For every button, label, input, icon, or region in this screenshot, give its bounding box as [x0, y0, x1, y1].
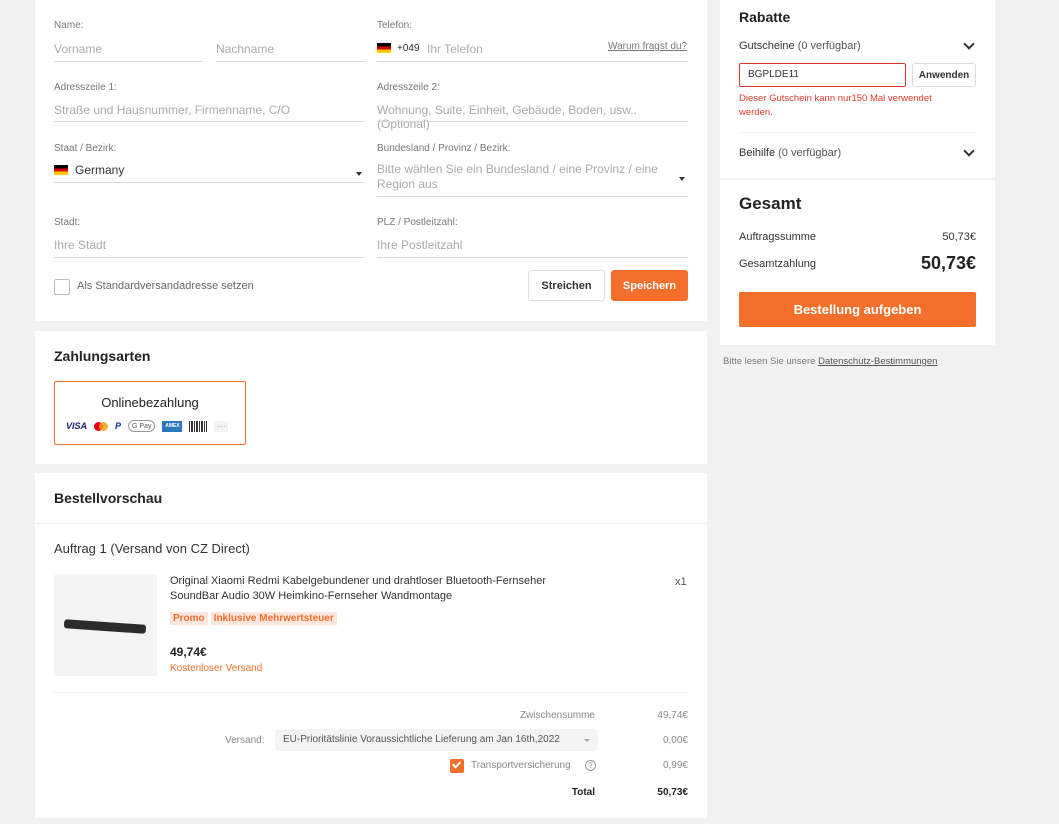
why-ask-link[interactable]: Warum fragst du?: [608, 41, 687, 52]
google-pay-icon: G Pay: [128, 420, 156, 432]
order-sum-label: Auftragssumme: [739, 231, 817, 243]
coupons-count: (0 verfügbar): [797, 40, 861, 52]
more-icon: ···: [214, 420, 229, 432]
coupons-label: Gutscheine: [739, 40, 795, 52]
address1-input[interactable]: Straße und Hausnummer, Firmenname, C/O: [54, 103, 365, 117]
mastercard-icon: [94, 421, 109, 432]
place-order-button[interactable]: Bestellung aufgeben: [739, 292, 976, 327]
address2-input[interactable]: Wohnung, Suite, Einheit, Gebäude, Boden,…: [377, 103, 688, 131]
province-label: Bundesland / Provinz / Bezirk:: [377, 143, 511, 154]
phone-prefix[interactable]: +049: [397, 42, 420, 56]
online-payment-option[interactable]: Onlinebezahlung VISA P G Pay AMEX ···: [54, 381, 246, 445]
product-image: [54, 574, 157, 676]
shipping-select[interactable]: EU-Prioritätslinie Voraussichtliche Lief…: [275, 729, 598, 751]
check-icon: [451, 759, 462, 769]
last-name-input[interactable]: Nachname: [216, 42, 365, 56]
free-shipping-label: Kostenloser Versand: [170, 663, 263, 674]
order-preview-title: Bestellvorschau: [54, 490, 163, 506]
state-label: Staat / Bezirk:: [54, 143, 117, 154]
product-name[interactable]: Original Xiaomi Redmi Kabelgebundener un…: [170, 574, 550, 604]
zip-label: PLZ / Postleitzahl:: [377, 217, 458, 228]
address1-label: Adresszeile 1:: [54, 82, 117, 93]
soundbar-image: [63, 619, 147, 634]
paypal-icon: P: [115, 421, 122, 431]
shipping-label: Versand:: [225, 735, 265, 746]
product-tags: Promo Inklusive Mehrwertsteuer: [170, 608, 340, 626]
apply-coupon-button[interactable]: Anwenden: [912, 63, 976, 87]
total-payment-value: 50,73€: [920, 253, 976, 273]
shipping-value: 0,00€: [662, 735, 688, 746]
coupon-input[interactable]: BGPLDE11: [739, 63, 906, 87]
city-label: Stadt:: [54, 217, 81, 228]
total-value: 50,73€: [657, 787, 688, 798]
order-group-title: Auftrag 1 (Versand von CZ Direct): [54, 541, 250, 556]
order-sum-value: 50,73€: [942, 231, 976, 243]
total-label: Total: [571, 787, 595, 798]
coupon-error: Dieser Gutschein kann nur150 Mal verwend…: [739, 93, 932, 118]
default-address-checkbox[interactable]: [54, 279, 70, 295]
promo-badge: Promo: [170, 612, 208, 625]
insurance-checkbox[interactable]: [450, 759, 464, 773]
caret-down-icon: [356, 172, 362, 176]
summary-card: Rabatte Gutscheine (0 verfügbar) BGPLDE1…: [720, 0, 995, 345]
privacy-prefix: Bitte lesen Sie unsere: [723, 356, 816, 367]
caret-down-icon: [679, 177, 685, 181]
save-button[interactable]: Speichern: [611, 270, 688, 301]
allowance-label: Beihilfe: [739, 147, 776, 159]
caret-down-icon: [584, 739, 590, 742]
visa-icon: VISA: [66, 421, 88, 431]
payment-title: Zahlungsarten: [54, 348, 151, 364]
subtotal-value: 49,74€: [657, 710, 688, 721]
insurance-value: 0,99€: [662, 760, 688, 771]
privacy-notice: Bitte lesen Sie unsere Datenschutz-Besti…: [723, 356, 937, 367]
product-quantity: x1: [675, 576, 687, 588]
default-address-label: Als Standardversandadresse setzen: [77, 280, 254, 292]
province-select[interactable]: Bitte wählen Sie ein Bundesland / eine P…: [377, 162, 662, 192]
amex-icon: AMEX: [162, 420, 183, 432]
payment-icons: VISA P G Pay AMEX ···: [66, 420, 235, 432]
summary-title: Gesamt: [739, 194, 802, 213]
phone-label: Telefon:: [377, 20, 413, 31]
allowance-count: (0 verfügbar): [778, 147, 842, 159]
zip-input[interactable]: Ihre Postleitzahl: [377, 238, 688, 252]
coupons-toggle[interactable]: Gutscheine (0 verfügbar): [739, 40, 976, 54]
vat-badge: Inklusive Mehrwertsteuer: [210, 612, 337, 625]
order-preview-card: Bestellvorschau Auftrag 1 (Versand von C…: [35, 473, 707, 818]
address2-label: Adresszeile 2:: [377, 82, 440, 93]
city-input[interactable]: Ihre Stadt: [54, 238, 365, 252]
online-payment-label: Onlinebezahlung: [101, 395, 199, 410]
cancel-button[interactable]: Streichen: [528, 270, 605, 301]
subtotal-label: Zwischensumme: [519, 710, 595, 721]
first-name-input[interactable]: Vorname: [54, 42, 203, 56]
boleto-barcode-icon: [189, 420, 208, 432]
germany-flag-icon: [54, 165, 68, 175]
allowance-toggle[interactable]: Beihilfe (0 verfügbar): [739, 147, 976, 161]
discounts-title: Rabatte: [739, 9, 791, 25]
germany-flag-icon: [377, 43, 391, 53]
privacy-link[interactable]: Datenschutz-Bestimmungen: [818, 356, 937, 367]
address-form-card: Name: Vorname Nachname Telefon: +049 Ihr…: [35, 0, 707, 321]
total-payment-label: Gesamtzahlung: [739, 258, 817, 270]
coupon-value: BGPLDE11: [748, 69, 799, 80]
phone-input[interactable]: Ihr Telefon: [427, 42, 483, 56]
insurance-label: Transportversicherung: [471, 760, 571, 771]
help-icon[interactable]: ?: [585, 760, 596, 771]
shipping-option-text: EU-Prioritätslinie Voraussichtliche Lief…: [283, 734, 560, 745]
product-price: 49,74€: [170, 645, 207, 659]
name-label: Name:: [54, 20, 84, 31]
state-select[interactable]: Germany: [75, 163, 124, 177]
payment-methods-card: Zahlungsarten Onlinebezahlung VISA P G P…: [35, 331, 707, 464]
